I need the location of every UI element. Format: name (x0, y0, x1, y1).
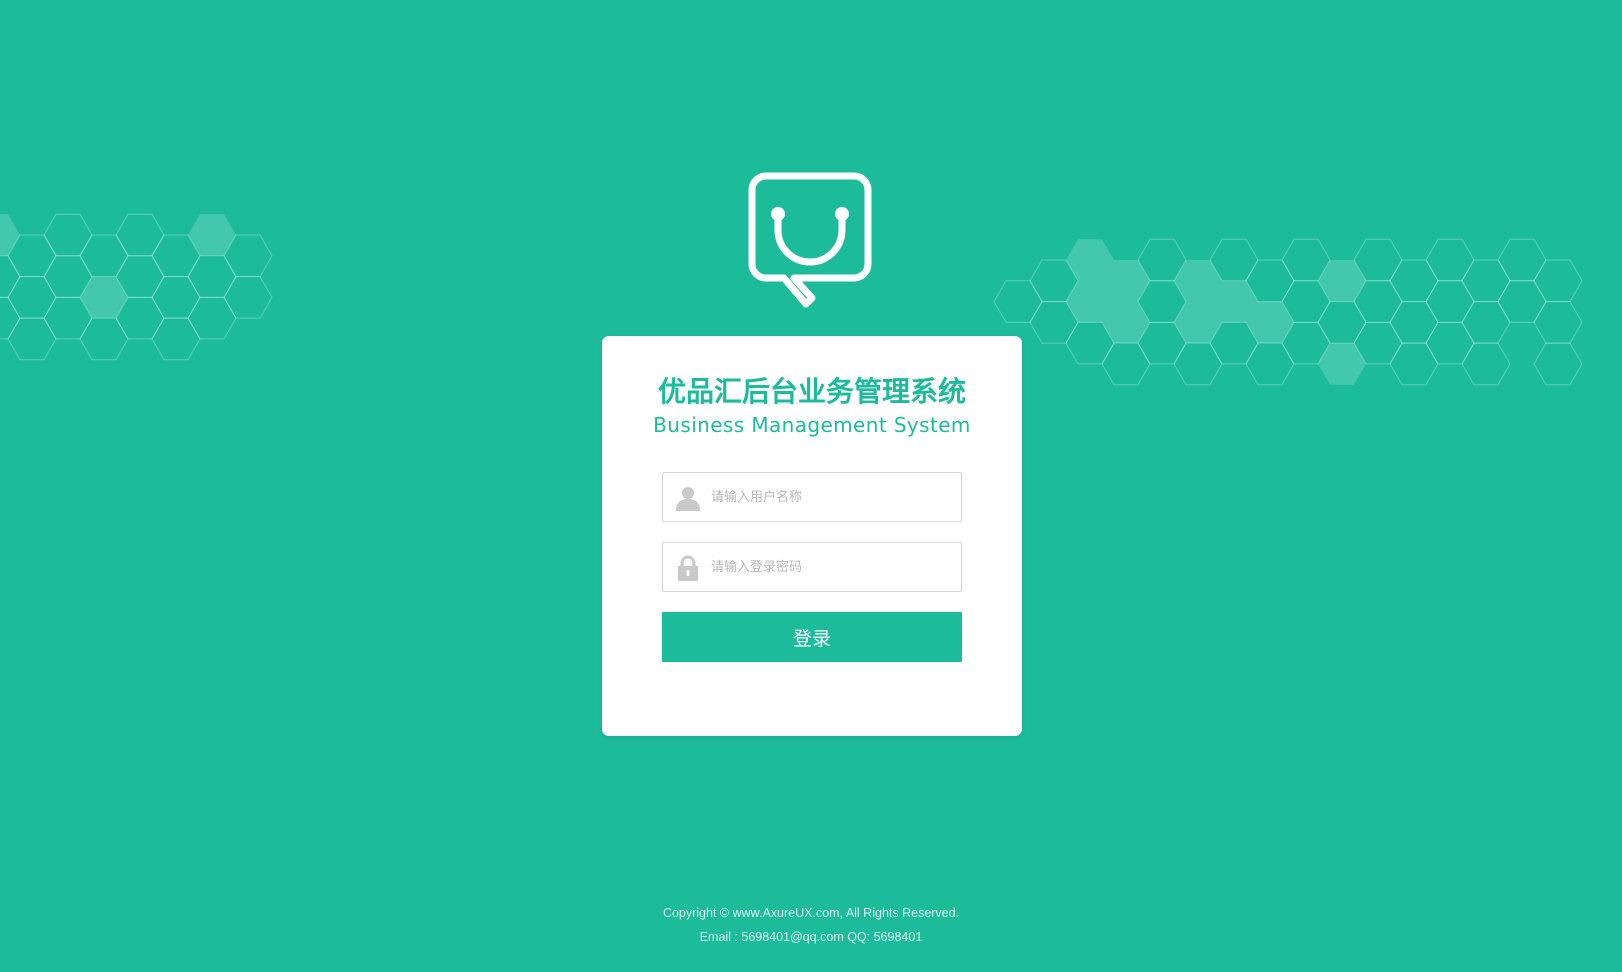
hexagon (1533, 301, 1583, 344)
hexagon (1174, 260, 1222, 302)
hexagon (0, 214, 20, 256)
hexagon (43, 213, 93, 257)
username-field[interactable] (662, 472, 962, 522)
hexagon (79, 234, 129, 278)
hexagon (1389, 259, 1439, 303)
footer-copyright: Copyright © www.AxureUX.com, All Rights … (662, 906, 960, 920)
page-subtitle: Business Management System (653, 413, 971, 437)
hexagon (1318, 343, 1366, 385)
hexagon (187, 296, 237, 340)
hexagon (1101, 342, 1151, 386)
hexagon (1353, 280, 1403, 323)
hexagon (1281, 321, 1331, 365)
hexagon (151, 317, 201, 361)
hexagon (1245, 259, 1295, 303)
hexagon (1425, 238, 1475, 282)
hexagon (7, 276, 57, 319)
page-title: 优品汇后台业务管理系统 (657, 375, 966, 408)
password-field[interactable] (662, 542, 962, 592)
hexagon (1281, 280, 1331, 323)
hexagon (0, 296, 21, 340)
footer-contact: Email : 5698401@qq.com QQ: 5698401 (699, 930, 923, 944)
password-input[interactable] (711, 543, 951, 591)
hexagon (1066, 280, 1114, 323)
hexagon (223, 234, 273, 278)
hexagon (1461, 342, 1511, 386)
hexagon (7, 234, 57, 278)
hexagon (1174, 301, 1222, 344)
hexagon (115, 213, 165, 257)
user-icon (676, 487, 700, 511)
hexagon (187, 255, 237, 298)
hexagon (1137, 238, 1187, 282)
hexagon (188, 214, 236, 256)
hexagon (1389, 301, 1439, 344)
hexagon (1318, 260, 1366, 302)
hexagon (1102, 260, 1150, 302)
hexagon (1137, 280, 1187, 323)
hexagon (1210, 280, 1258, 323)
hexagon (1245, 342, 1295, 386)
hexagon (1209, 321, 1259, 365)
username-input[interactable] (711, 473, 951, 521)
hexagon (1533, 342, 1583, 386)
hexagon (1461, 259, 1511, 303)
hexagon (1353, 321, 1403, 365)
hexagon (223, 276, 273, 319)
hexagon (151, 276, 201, 319)
hexagon (1497, 238, 1547, 282)
login-button[interactable]: 登录 (662, 612, 962, 662)
hexagon (43, 255, 93, 298)
hexagon (1029, 259, 1079, 303)
hexagon (1065, 321, 1115, 365)
shopping-bag-chat-icon (748, 172, 872, 308)
hexagon (43, 296, 93, 340)
hexagon (1137, 321, 1187, 365)
hexagon (1173, 342, 1223, 386)
hexagon (993, 280, 1043, 323)
hexagon (7, 317, 57, 361)
hexagon (1425, 321, 1475, 365)
hexagon (1317, 301, 1367, 344)
hexagon (0, 255, 21, 298)
hexagon (1029, 301, 1079, 344)
hexagon (1497, 280, 1547, 323)
hexagon (115, 296, 165, 340)
hexagon (151, 234, 201, 278)
login-card: 优品汇后台业务管理系统 Business Management System 登… (602, 336, 1022, 736)
hexagon (1389, 342, 1439, 386)
hexagon (1281, 238, 1331, 282)
hexagon (1066, 239, 1114, 281)
hexagon-cluster-left (0, 213, 273, 361)
hexagon (1246, 301, 1294, 344)
hexagon (1102, 301, 1150, 344)
lock-icon (678, 555, 698, 581)
hexagon-cluster-right (993, 238, 1583, 386)
hexagon (1353, 238, 1403, 282)
hexagon (1461, 301, 1511, 344)
hexagon (80, 276, 128, 319)
hexagon (79, 317, 129, 361)
hexagon (115, 255, 165, 298)
hexagon (1209, 238, 1259, 282)
hexagon (1425, 280, 1475, 323)
hexagon (1533, 259, 1583, 303)
